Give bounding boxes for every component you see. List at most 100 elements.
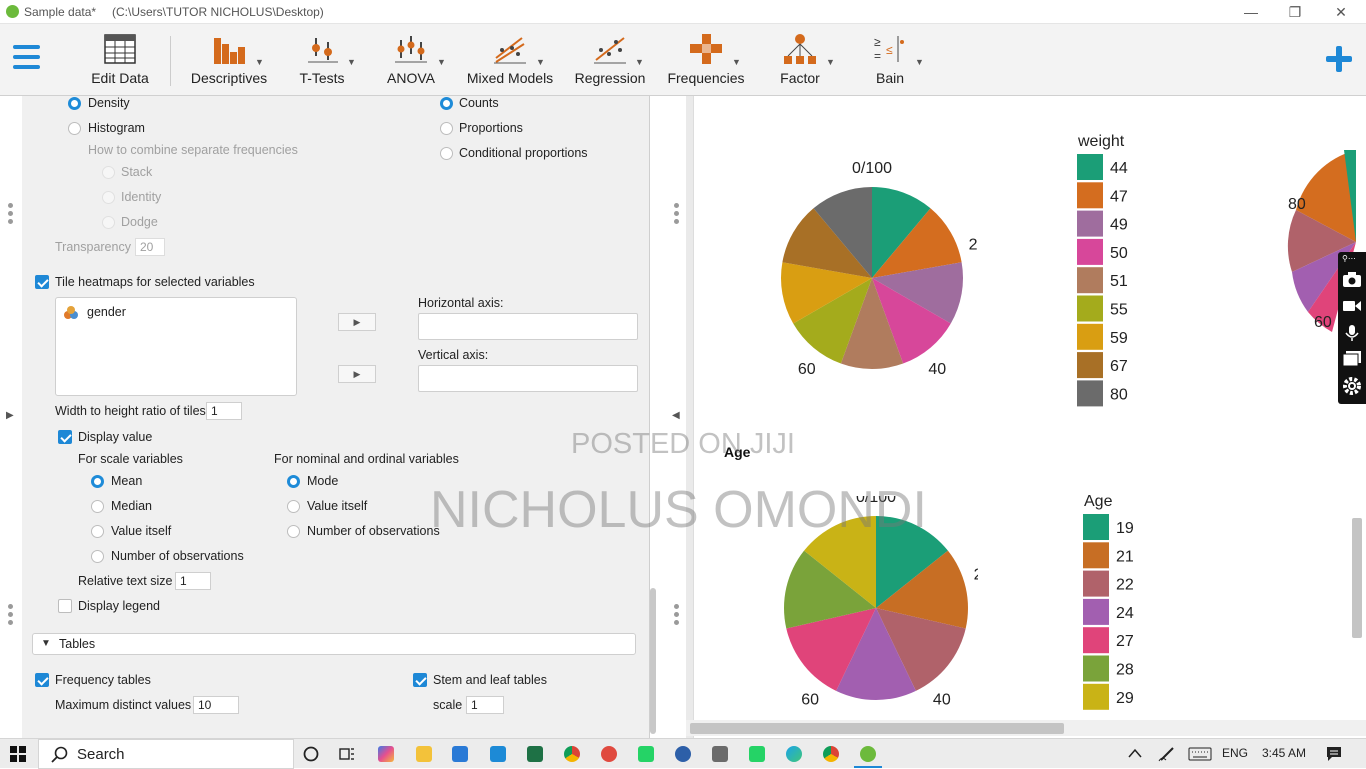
conditional-proportions-radio[interactable] xyxy=(440,147,453,160)
nominal-vars-label: For nominal and ordinal variables xyxy=(274,452,459,466)
expand-arrow-icon[interactable]: ▶ xyxy=(6,410,14,421)
tile-heatmaps-checkbox[interactable] xyxy=(35,275,49,289)
edit-data-button[interactable]: Edit Data xyxy=(84,30,156,90)
whatsapp-icon[interactable] xyxy=(638,746,654,762)
median-radio[interactable] xyxy=(91,500,104,513)
output-horizontal-scrollbar[interactable] xyxy=(690,723,1064,734)
cortana-icon[interactable] xyxy=(303,746,319,762)
close-button[interactable]: ✕ xyxy=(1326,2,1356,22)
display-legend-checkbox[interactable] xyxy=(58,599,72,613)
edge-icon[interactable] xyxy=(786,746,802,762)
chevron-down-icon[interactable]: ▼ xyxy=(732,57,741,67)
stem-leaf-checkbox[interactable] xyxy=(413,673,427,687)
plus-icon[interactable] xyxy=(1326,46,1352,72)
move-to-vertical-button[interactable]: ▶ xyxy=(338,365,376,383)
file-explorer-icon[interactable] xyxy=(416,746,432,762)
calculator-icon[interactable] xyxy=(712,746,728,762)
width-ratio-field[interactable]: 1 xyxy=(206,402,242,420)
options-scrollbar[interactable] xyxy=(650,588,656,734)
hamburger-icon[interactable] xyxy=(13,44,41,70)
task-view-icon[interactable] xyxy=(339,746,355,762)
legend-label: 19 xyxy=(1116,520,1134,537)
chrome-icon[interactable] xyxy=(564,746,580,762)
proportions-radio[interactable] xyxy=(440,122,453,135)
excel-icon[interactable] xyxy=(527,746,543,762)
taskbar-search-box[interactable]: Search xyxy=(38,739,294,769)
whatsapp-2-icon[interactable] xyxy=(749,746,765,762)
move-to-horizontal-button[interactable]: ▶ xyxy=(338,313,376,331)
chevron-down-icon[interactable]: ▼ xyxy=(826,57,835,67)
display-value-checkbox[interactable] xyxy=(58,430,72,444)
chevron-down-icon[interactable]: ▼ xyxy=(437,57,446,67)
split-drag-handle-2[interactable] xyxy=(674,604,680,628)
histogram-radio[interactable] xyxy=(68,122,81,135)
partial-pie-label-80: 80 xyxy=(1288,196,1306,214)
dodge-radio[interactable] xyxy=(102,216,115,229)
jasp-icon[interactable] xyxy=(860,746,876,762)
identity-radio[interactable] xyxy=(102,191,115,204)
split-drag-handle[interactable] xyxy=(674,203,680,227)
output-vertical-scrollbar[interactable] xyxy=(1352,518,1362,638)
scale-field[interactable]: 1 xyxy=(466,696,504,714)
chevron-down-icon[interactable]: ▼ xyxy=(347,57,356,67)
collapse-arrow-icon[interactable]: ◀ xyxy=(672,410,680,421)
store-icon[interactable] xyxy=(452,746,468,762)
windows-start-icon[interactable] xyxy=(10,746,26,762)
camera-icon[interactable] xyxy=(1342,270,1362,288)
number-observations-radio[interactable] xyxy=(91,550,104,563)
notifications-icon[interactable] xyxy=(1326,746,1342,762)
mean-radio[interactable] xyxy=(91,475,104,488)
tables-section-header[interactable]: ▼ Tables xyxy=(32,633,636,655)
bain-button[interactable]: ≥=≤ Bain xyxy=(862,30,918,90)
window-icon[interactable] xyxy=(1342,350,1362,368)
counts-radio[interactable] xyxy=(440,97,453,110)
relative-text-field[interactable]: 1 xyxy=(175,572,211,590)
vpn-icon[interactable] xyxy=(675,746,691,762)
pie-tick-label: 40 xyxy=(928,361,946,378)
copilot-icon[interactable] xyxy=(378,746,394,762)
mic-icon[interactable] xyxy=(1342,324,1362,342)
chrome-profile-icon[interactable] xyxy=(601,746,617,762)
video-icon[interactable] xyxy=(1342,298,1362,314)
max-distinct-field[interactable]: 10 xyxy=(193,696,239,714)
pie-tick-label: 20 xyxy=(974,566,978,583)
clock[interactable]: 3:45 AM xyxy=(1262,746,1306,760)
pin-icon[interactable]: ⚲⋯ xyxy=(1342,254,1356,263)
stack-radio[interactable] xyxy=(102,166,115,179)
anova-button[interactable]: ANOVA xyxy=(380,30,442,90)
variable-gender[interactable]: gender xyxy=(87,305,126,319)
legend-label: 80 xyxy=(1110,386,1128,403)
density-radio[interactable] xyxy=(68,97,81,110)
keyboard-icon[interactable] xyxy=(1188,747,1212,761)
chevron-up-icon[interactable] xyxy=(1128,748,1142,758)
variables-list[interactable]: gender xyxy=(55,297,297,396)
restore-button[interactable]: ❐ xyxy=(1280,2,1310,22)
chevron-down-icon[interactable]: ▼ xyxy=(635,57,644,67)
left-drag-handle-2[interactable] xyxy=(8,604,14,628)
legend-label: 24 xyxy=(1116,605,1134,622)
t-tests-button[interactable]: T-Tests xyxy=(292,30,352,90)
nominal-value-itself-radio[interactable] xyxy=(287,500,300,513)
pen-icon[interactable] xyxy=(1158,746,1176,762)
value-itself-radio[interactable] xyxy=(91,525,104,538)
chevron-down-icon[interactable]: ▼ xyxy=(255,57,264,67)
nominal-number-observations-radio[interactable] xyxy=(287,525,300,538)
horizontal-axis-field[interactable] xyxy=(418,313,638,340)
frequency-tables-checkbox[interactable] xyxy=(35,673,49,687)
display-value-label: Display value xyxy=(78,430,152,444)
chevron-down-icon[interactable]: ▼ xyxy=(536,57,545,67)
app-icon[interactable] xyxy=(490,746,506,762)
chevron-down-icon[interactable]: ▼ xyxy=(915,57,924,67)
frequencies-icon xyxy=(688,32,724,66)
stem-leaf-label: Stem and leaf tables xyxy=(433,673,547,687)
gear-icon[interactable] xyxy=(1342,376,1362,396)
chrome-2-icon[interactable] xyxy=(823,746,839,762)
transparency-field[interactable]: 20 xyxy=(135,238,165,256)
mode-radio[interactable] xyxy=(287,475,300,488)
minimize-button[interactable]: — xyxy=(1236,2,1266,22)
language-indicator[interactable]: ENG xyxy=(1222,746,1248,760)
vertical-axis-field[interactable] xyxy=(418,365,638,392)
left-drag-handle[interactable] xyxy=(8,203,14,227)
legend-swatch xyxy=(1077,211,1103,237)
factor-button[interactable]: Factor xyxy=(770,30,830,90)
